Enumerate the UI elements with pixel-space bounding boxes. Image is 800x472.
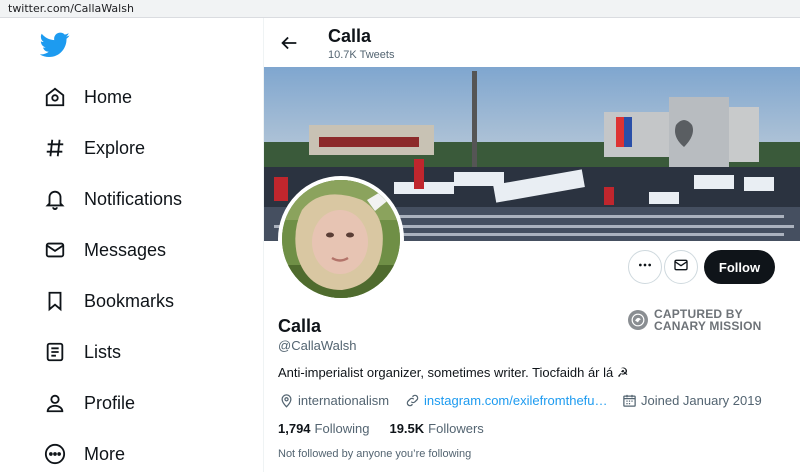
bookmark-icon [40, 286, 70, 316]
profile-location: internationalism [278, 392, 389, 408]
envelope-icon [40, 235, 70, 265]
profile-stats: 1,794 Following 19.5K Followers [278, 421, 504, 436]
sidebar-item-label: Explore [84, 137, 146, 158]
followers-label: Followers [428, 421, 484, 436]
bell-icon [40, 184, 70, 214]
person-icon [40, 388, 70, 418]
sidebar-item-home[interactable]: Home [40, 77, 132, 117]
sidebar-item-notifications[interactable]: Notifications [40, 179, 182, 219]
sidebar-nav: Home Explore Notifications Messages Book… [0, 18, 263, 472]
sidebar-item-more[interactable]: More [40, 434, 125, 472]
canary-seal-icon [628, 310, 648, 330]
profile-bio: Anti-imperialist organizer, sometimes wr… [278, 365, 629, 380]
profile-header: Calla 10.7K Tweets [264, 18, 800, 67]
location-text: internationalism [298, 392, 390, 408]
following-link[interactable]: 1,794 Following [278, 421, 369, 436]
message-button[interactable] [664, 250, 698, 284]
ellipsis-icon [637, 257, 653, 278]
canary-mission-stamp: CAPTURED BY CANARY MISSION [628, 308, 761, 332]
url-text: twitter.com/CallaWalsh [8, 2, 134, 15]
profile-column: Calla 10.7K Tweets Follow CAPTURED BY CA… [263, 18, 800, 472]
followed-by-note: Not followed by anyone you’re following [278, 448, 472, 460]
calendar-icon [621, 392, 637, 408]
profile-website[interactable]: instagram.com/exilefromthefu… [404, 392, 608, 408]
website-link[interactable]: instagram.com/exilefromthefu… [424, 393, 608, 408]
header-name: Calla [328, 26, 372, 46]
profile-name: Calla [278, 316, 322, 336]
location-pin-icon [278, 392, 294, 408]
sidebar-item-label: Profile [84, 392, 136, 413]
sidebar-item-lists[interactable]: Lists [40, 332, 121, 372]
sidebar-item-label: Messages [84, 239, 167, 260]
joined-text: Joined January 2019 [641, 392, 762, 408]
sidebar-item-bookmarks[interactable]: Bookmarks [40, 281, 174, 321]
followers-count: 19.5K [389, 421, 425, 436]
tweet-count: 10.7K Tweets [328, 49, 395, 61]
home-icon [40, 82, 70, 112]
more-options-button[interactable] [628, 250, 662, 284]
list-icon [40, 337, 70, 367]
profile-handle: @CallaWalsh [278, 338, 357, 353]
more-circle-icon [40, 439, 70, 469]
stamp-line-2: CANARY MISSION [654, 319, 762, 333]
browser-address-bar[interactable]: twitter.com/CallaWalsh [0, 0, 800, 18]
back-arrow-icon[interactable] [278, 32, 300, 54]
sidebar-item-label: More [84, 443, 126, 464]
following-count: 1,794 [278, 421, 311, 436]
sidebar-item-label: Notifications [84, 188, 183, 209]
following-label: Following [314, 421, 370, 436]
sidebar-item-label: Bookmarks [84, 290, 175, 311]
follow-button[interactable]: Follow [704, 250, 775, 284]
hashtag-icon [40, 133, 70, 163]
followers-link[interactable]: 19.5K Followers [389, 421, 483, 436]
profile-joined: Joined January 2019 [621, 392, 762, 408]
sidebar-item-label: Home [84, 86, 133, 107]
sidebar-item-explore[interactable]: Explore [40, 128, 145, 168]
twitter-bird-logo[interactable] [39, 32, 70, 58]
sidebar-item-label: Lists [84, 341, 122, 362]
profile-avatar[interactable] [278, 176, 404, 302]
sidebar-item-profile[interactable]: Profile [40, 383, 135, 423]
sidebar-item-messages[interactable]: Messages [40, 230, 166, 270]
link-icon [404, 392, 420, 408]
envelope-icon [673, 257, 689, 278]
